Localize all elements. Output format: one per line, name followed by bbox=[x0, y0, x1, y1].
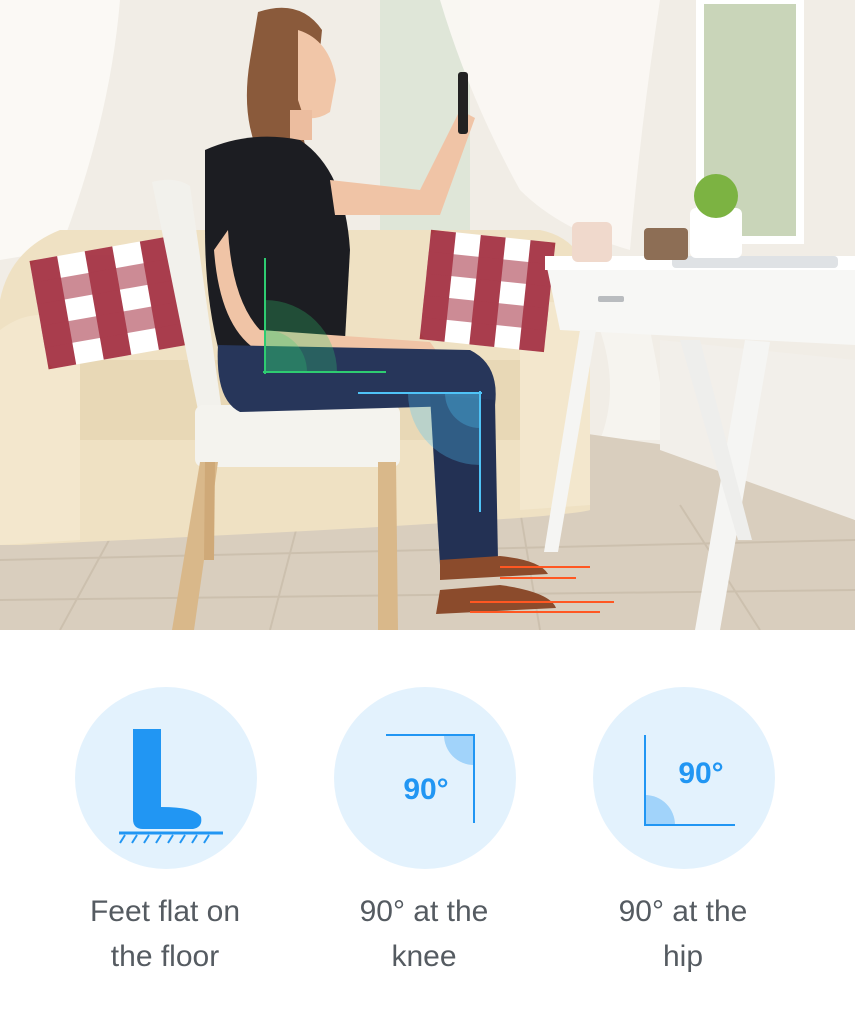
knee-angle-icon: 90° bbox=[386, 734, 475, 823]
knee-angle-badge: 90° bbox=[403, 773, 448, 806]
tip-caption-line2: the floor bbox=[110, 940, 220, 973]
tip-icon-circle: 90° bbox=[334, 687, 516, 869]
tip-caption-line1: 90° at the bbox=[618, 895, 748, 928]
tip-icon-circle bbox=[75, 687, 257, 869]
tip-caption-line1: Feet flat on bbox=[89, 895, 241, 928]
tip-caption-line2: hip bbox=[662, 940, 704, 973]
plant bbox=[694, 174, 738, 218]
room-scene bbox=[0, 0, 855, 630]
phone bbox=[458, 72, 468, 134]
pillow-right bbox=[419, 229, 556, 353]
tip-caption: Feet flat on the floor bbox=[35, 889, 295, 979]
hip-angle-icon: 90° bbox=[644, 735, 735, 826]
tip-icon-circle: 90° bbox=[593, 687, 775, 869]
hip-angle-badge: 90° bbox=[678, 757, 723, 790]
tip-caption-line1: 90° at the bbox=[359, 895, 489, 928]
tip-caption: 90° at the hip bbox=[553, 889, 813, 979]
tip-caption-line2: knee bbox=[391, 940, 457, 973]
posture-tips: Feet flat on the floor 90° 90° at the kn… bbox=[0, 630, 855, 1022]
foot-flat-icon bbox=[119, 729, 223, 844]
tip-caption: 90° at the knee bbox=[294, 889, 554, 979]
posture-photo bbox=[0, 0, 855, 630]
mug bbox=[572, 222, 612, 262]
